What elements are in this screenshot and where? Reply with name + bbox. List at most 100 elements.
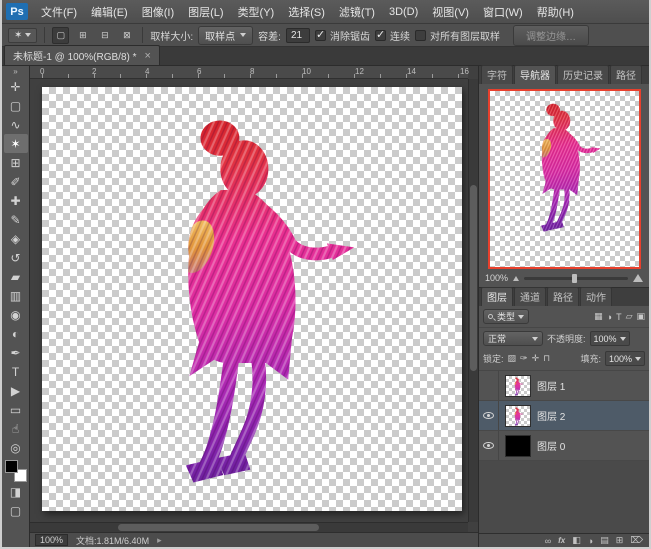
tab-channels[interactable]: 通道 [514,287,546,306]
filter-type-layers-icon[interactable]: T [616,312,622,322]
tab-actions[interactable]: 动作 [580,287,612,306]
layer-filter-dropdown[interactable]: 类型 [483,309,529,324]
filter-shape-layers-icon[interactable]: ▱ [626,311,633,322]
tab-layers[interactable]: 图层 [481,287,513,306]
layer-name[interactable]: 图层 2 [537,408,565,423]
horizontal-ruler[interactable]: 0 2 4 6 8 10 12 14 16 [30,66,468,79]
filter-adjustment-layers-icon[interactable]: ◑ [607,312,612,322]
layer-row-2[interactable]: 图层 2 [479,401,649,431]
new-selection-button[interactable]: ▢ [52,27,69,44]
screen-mode-button[interactable]: ▢ [4,501,28,520]
menu-type[interactable]: 类型(Y) [231,4,282,20]
sample-size-dropdown[interactable]: 取样点 [198,26,253,45]
menu-select[interactable]: 选择(S) [281,4,332,20]
new-group-icon[interactable]: ▤ [600,535,609,546]
lock-image-pixels-icon[interactable]: ✑ [520,353,528,364]
add-layer-mask-icon[interactable]: ◧ [572,535,581,546]
crop-tool[interactable]: ⊞ [4,153,28,172]
layer-name[interactable]: 图层 0 [537,438,565,453]
refine-edge-button[interactable]: 调整边缘… [513,25,589,46]
type-tool[interactable]: T [4,362,28,381]
zoom-tool[interactable]: ◎ [4,438,28,457]
vertical-scrollbar[interactable] [468,79,478,522]
hand-tool[interactable]: ☝ [4,419,28,438]
navigator-preview[interactable] [488,89,641,269]
eraser-tool[interactable]: ▰ [4,267,28,286]
menu-edit[interactable]: 编辑(E) [84,4,135,20]
menu-3d[interactable]: 3D(D) [382,6,425,18]
marquee-tool[interactable]: ▢ [4,96,28,115]
navigator-zoom-slider[interactable] [524,277,628,280]
tolerance-input[interactable]: 21 [286,28,310,43]
healing-brush-tool[interactable]: ✚ [4,191,28,210]
status-expand-icon[interactable]: ▸ [157,535,162,546]
brush-tool[interactable]: ✎ [4,210,28,229]
menu-layer[interactable]: 图层(L) [181,4,230,20]
menu-filter[interactable]: 滤镜(T) [332,4,382,20]
lock-position-icon[interactable]: ✛ [532,353,540,364]
vertical-scrollbar-thumb[interactable] [470,185,477,371]
menu-view[interactable]: 视图(V) [425,4,476,20]
magic-wand-tool[interactable]: ✶ [4,134,28,153]
gradient-tool[interactable]: ▥ [4,286,28,305]
subtract-from-selection-button[interactable]: ⊟ [96,27,113,44]
filter-smart-objects-icon[interactable]: ▣ [636,311,645,322]
tab-navigator[interactable]: 导航器 [514,65,556,84]
tab-history[interactable]: 历史记录 [557,65,609,84]
dodge-tool[interactable]: ◐ [4,324,28,343]
zoom-in-icon[interactable] [633,274,643,282]
horizontal-scrollbar[interactable] [30,522,468,532]
zoom-out-icon[interactable] [513,276,519,281]
horizontal-scrollbar-thumb[interactable] [118,524,319,531]
document-tab[interactable]: 未标题-1 @ 100%(RGB/8) * × [4,45,160,65]
tab-paths-top[interactable]: 路径 [610,65,642,84]
tab-paths[interactable]: 路径 [547,287,579,306]
tab-character[interactable]: 字符 [481,65,513,84]
fill-field[interactable]: 100% [605,351,645,366]
visibility-toggle[interactable] [479,431,499,460]
layer-row-1[interactable]: 图层 1 [479,371,649,401]
path-selection-tool[interactable]: ▶ [4,381,28,400]
menu-help[interactable]: 帮助(H) [530,4,581,20]
tool-preset-picker[interactable]: ✶ [8,28,37,43]
add-to-selection-button[interactable]: ⊞ [74,27,91,44]
zoom-level-field[interactable]: 100% [35,534,68,546]
layer-name[interactable]: 图层 1 [537,378,565,393]
new-adjustment-layer-icon[interactable]: ◑ [588,536,593,546]
foreground-color-swatch[interactable] [5,460,18,473]
blend-mode-dropdown[interactable]: 正常 [483,331,543,346]
link-layers-icon[interactable]: ∞ [545,536,551,546]
layer-effects-icon[interactable]: fx [558,536,565,545]
layer-thumbnail[interactable] [505,405,531,427]
visibility-toggle[interactable] [479,401,499,430]
blur-tool[interactable]: ◉ [4,305,28,324]
pen-tool[interactable]: ✒ [4,343,28,362]
layer-row-0[interactable]: 图层 0 [479,431,649,461]
filter-pixel-layers-icon[interactable]: ▦ [594,311,603,322]
menu-image[interactable]: 图像(I) [135,4,181,20]
layer-thumbnail[interactable] [505,435,531,457]
toolbar-collapse-button[interactable]: » [13,67,17,77]
intersect-selection-button[interactable]: ⊠ [118,27,135,44]
menu-file[interactable]: 文件(F) [34,4,84,20]
eyedropper-tool[interactable]: ✐ [4,172,28,191]
shape-tool[interactable]: ▭ [4,400,28,419]
move-tool[interactable]: ✛ [4,77,28,96]
quick-mask-button[interactable]: ◨ [4,482,28,501]
lock-all-icon[interactable]: ⊓ [543,353,550,364]
antialias-checkbox[interactable] [315,30,326,41]
delete-layer-icon[interactable]: ⌦ [630,535,643,546]
canvas[interactable] [42,87,462,511]
history-brush-tool[interactable]: ↺ [4,248,28,267]
navigator-zoom-value[interactable]: 100% [485,273,508,283]
layer-thumbnail[interactable] [505,375,531,397]
lock-transparent-pixels-icon[interactable]: ▨ [508,353,517,364]
visibility-toggle[interactable] [479,371,499,400]
slider-thumb[interactable] [572,274,577,283]
new-layer-icon[interactable]: ⊞ [616,535,624,546]
contiguous-checkbox[interactable] [375,30,386,41]
lasso-tool[interactable]: ∿ [4,115,28,134]
sample-all-layers-checkbox[interactable] [415,30,426,41]
menu-window[interactable]: 窗口(W) [476,4,530,20]
close-tab-icon[interactable]: × [145,50,151,62]
